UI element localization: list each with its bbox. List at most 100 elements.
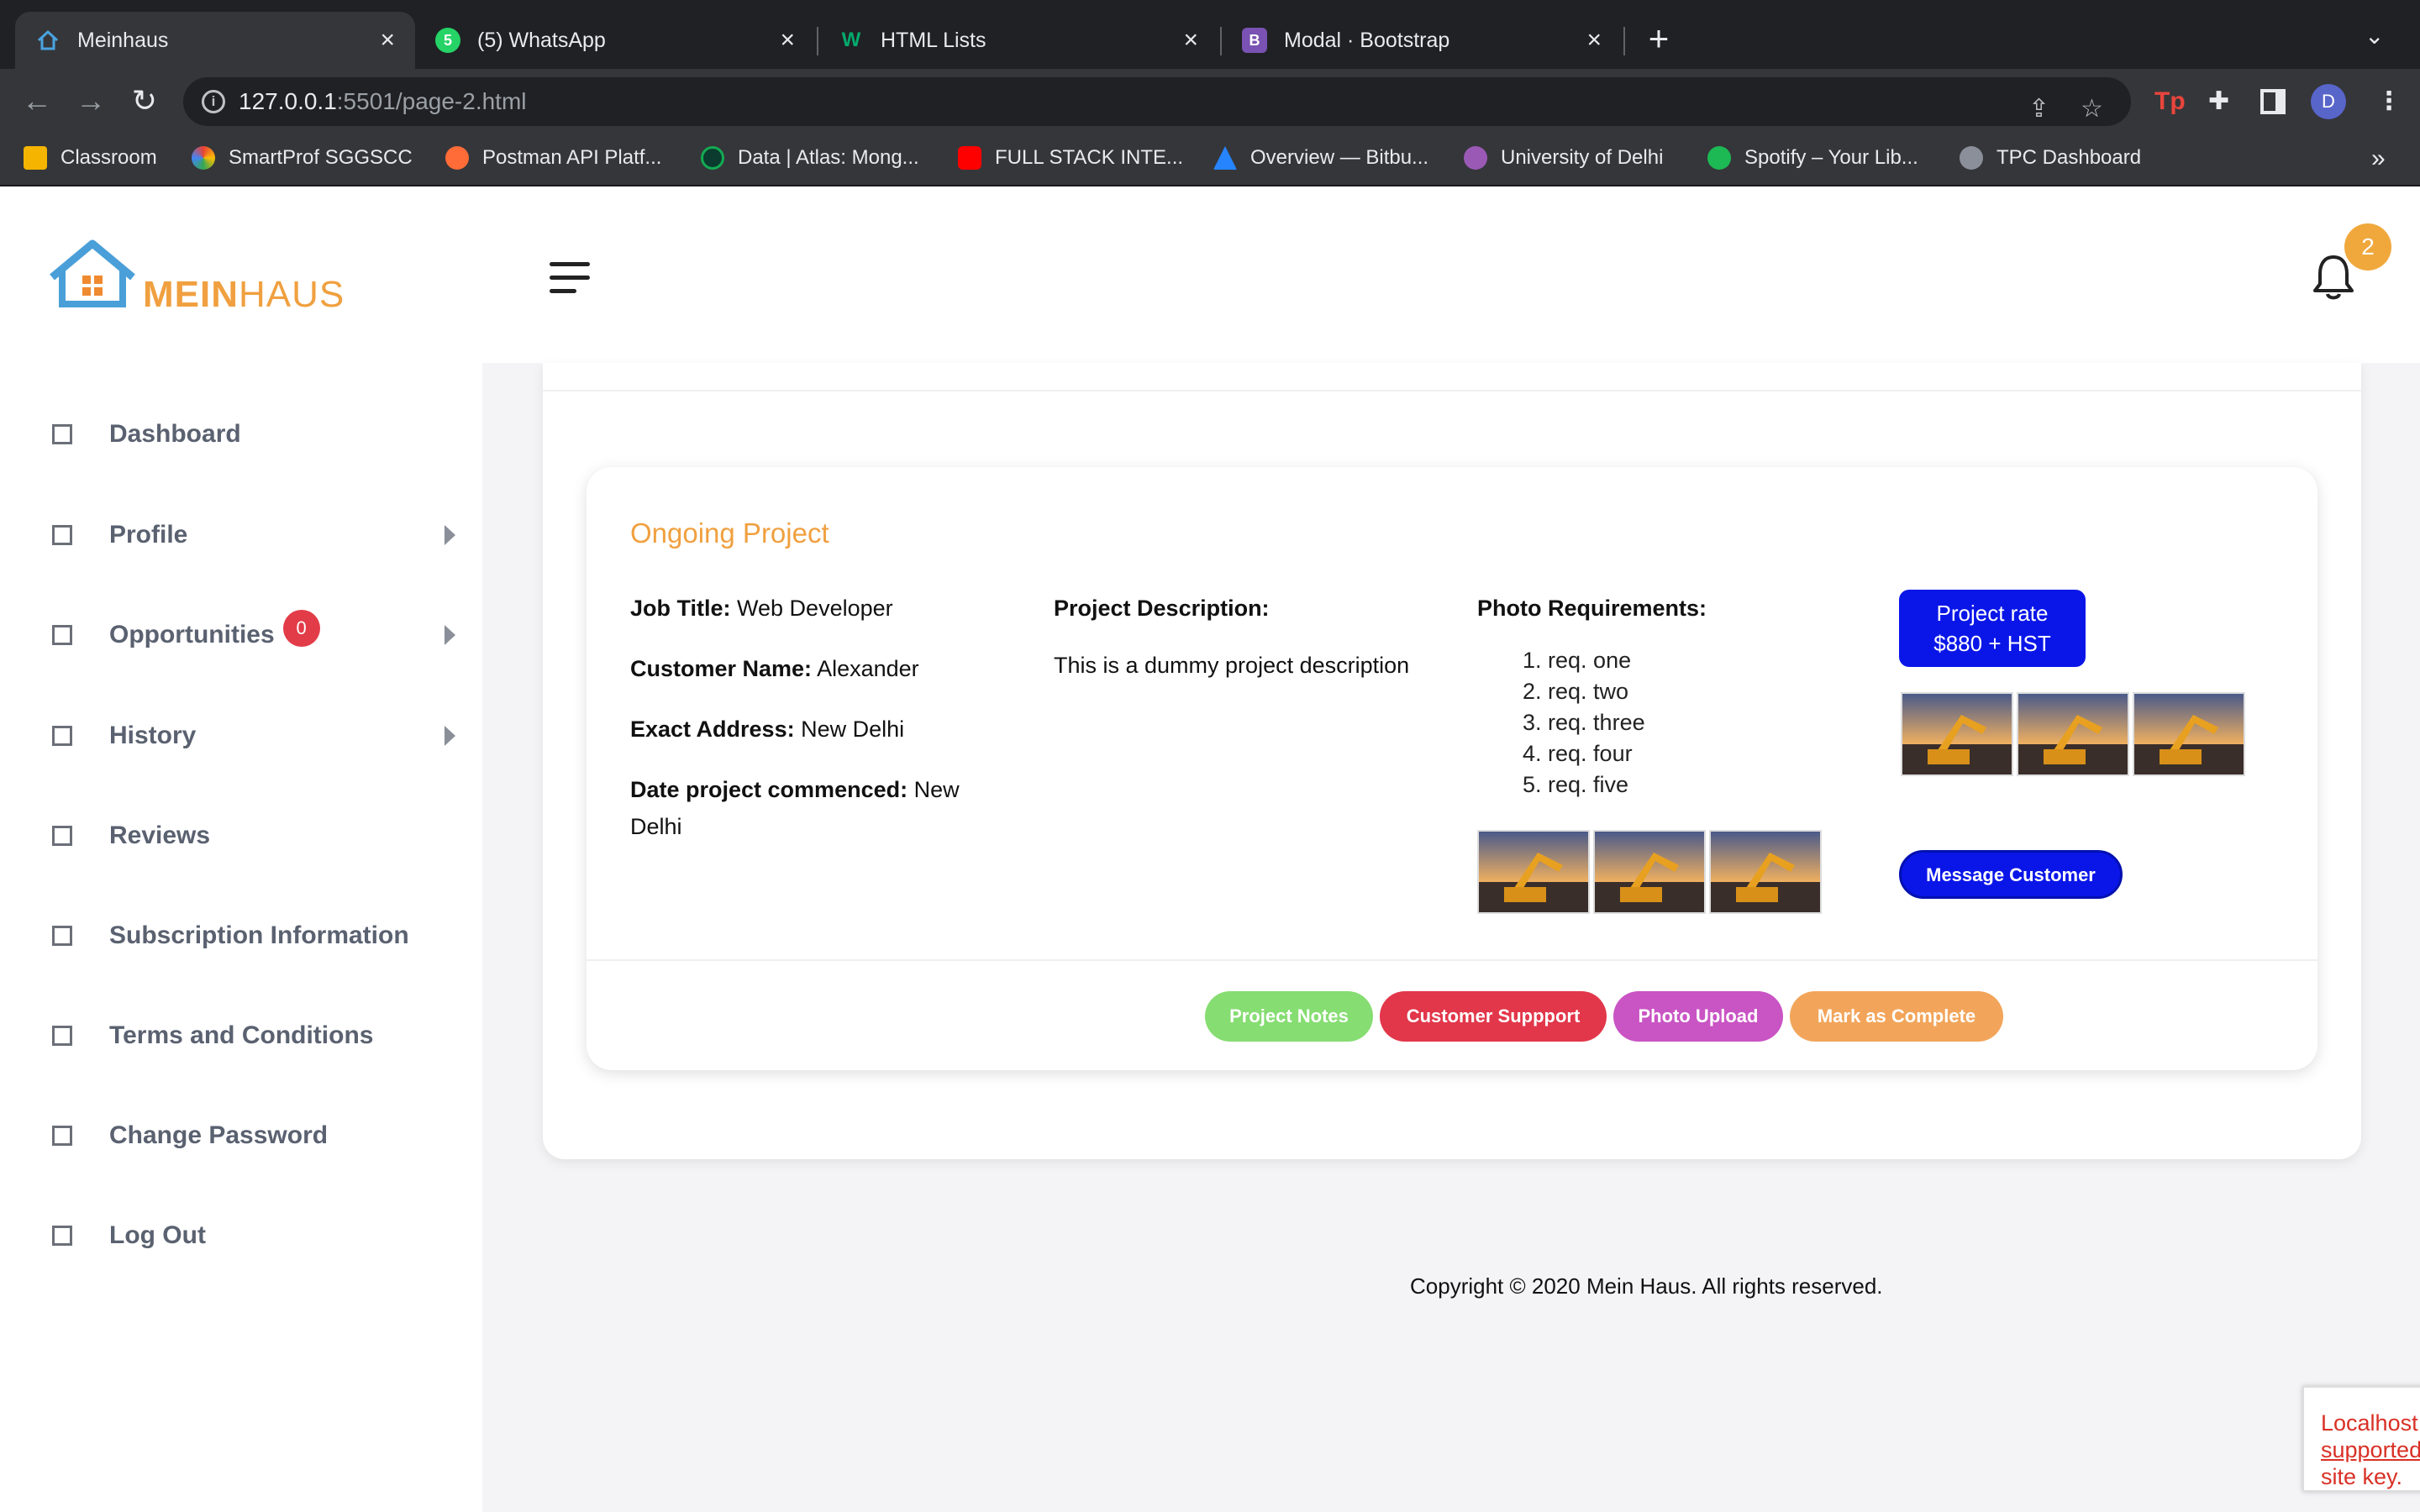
sidebar-item-label: Log Out [109, 1221, 206, 1249]
list-item: 4. req. four [1523, 741, 1633, 766]
divider [543, 390, 2361, 391]
footer-copyright: Copyright © 2020 Mein Haus. All rights r… [1410, 1273, 1883, 1299]
tab-title: HTML Lists [881, 28, 986, 52]
bookmark-item[interactable]: Postman API Platf... [445, 146, 661, 170]
sidebar-item-label: Change Password [109, 1121, 329, 1149]
recaptcha-error-widget: Localhost supported site key. [2302, 1386, 2420, 1492]
sidebar-item-change-password[interactable]: Change Password [52, 1115, 455, 1157]
bitbucket-icon [1213, 146, 1237, 170]
sidebar-item-history[interactable]: History [52, 715, 455, 757]
notification-badge: 2 [2344, 223, 2391, 270]
tab-bootstrap[interactable]: B Modal · Bootstrap × [1222, 12, 1622, 69]
customer-name-field: Customer Name: Alexander [630, 656, 919, 681]
sidebar-item-logout[interactable]: Log Out [52, 1215, 455, 1257]
bookmark-item[interactable]: Data | Atlas: Mong... [701, 146, 919, 170]
sidebar-item-label: Reviews [109, 822, 211, 849]
project-rate-button[interactable]: Project rate $880 + HST [1899, 590, 2086, 667]
sidebar-item-subscription[interactable]: Subscription Information [52, 915, 455, 957]
postman-icon [445, 146, 469, 170]
tab-title: (5) WhatsApp [477, 28, 606, 52]
project-photo-thumbnail[interactable] [1901, 692, 2013, 776]
opportunities-count-badge: 0 [282, 610, 320, 647]
sidebar-item-label: Dashboard [109, 420, 241, 448]
project-photo-thumbnail[interactable] [1477, 830, 1590, 914]
sidebar-item-label: Profile [109, 521, 188, 549]
star-icon[interactable]: ☆ [2081, 91, 2103, 128]
caret-right-icon [445, 625, 455, 645]
project-photo-thumbnail[interactable] [1709, 830, 1822, 914]
square-icon [52, 1026, 72, 1046]
card-title: Ongoing Project [630, 517, 829, 549]
close-icon[interactable]: × [380, 26, 395, 55]
bookmark-item[interactable]: FULL STACK INTE... [958, 146, 1183, 170]
university-icon [1464, 146, 1487, 170]
bookmark-item[interactable]: TPC Dashboard [1960, 146, 2141, 170]
list-item: 5. req. five [1523, 772, 1629, 797]
browser-toolbar: ← → ↻ i 127.0.0.1:5501/page-2.html ⇪ ☆ T… [0, 69, 2420, 134]
logo-wordmark[interactable]: MEINHAUS [143, 274, 345, 316]
bookmark-item[interactable]: Overview — Bitbu... [1213, 146, 1428, 170]
url-text: 127.0.0.1:5501/page-2.html [239, 88, 527, 114]
youtube-icon [958, 146, 981, 170]
square-icon [52, 826, 72, 846]
tab-separator [1623, 27, 1625, 55]
square-icon [52, 1126, 72, 1146]
puzzle-icon[interactable]: ✚ [2208, 86, 2229, 118]
forward-icon[interactable]: → [72, 82, 109, 119]
sidebar-item-dashboard[interactable]: Dashboard [52, 413, 455, 455]
sidebar-item-opportunities[interactable]: Opportunities 0 [52, 610, 455, 656]
house-logo-icon[interactable] [47, 239, 139, 314]
kebab-menu-icon[interactable]: ⋮ [2376, 86, 2402, 118]
sidebar-item-label: Subscription Information [109, 921, 409, 949]
info-icon[interactable]: i [202, 90, 225, 113]
sidepanel-icon[interactable] [2260, 89, 2286, 114]
date-commenced-field: Date project commenced: New Delhi [630, 777, 960, 839]
close-icon[interactable]: × [1183, 26, 1198, 55]
address-field: Exact Address: New Delhi [630, 717, 905, 742]
customer-support-button[interactable]: Customer Suppport [1380, 991, 1607, 1042]
photo-upload-button[interactable]: Photo Upload [1613, 991, 1783, 1042]
bookmark-item[interactable]: Classroom [24, 146, 157, 170]
bookmark-item[interactable]: University of Delhi [1464, 146, 1663, 170]
profile-avatar[interactable]: D [2311, 84, 2346, 119]
extension-tp-icon[interactable]: Tp [2154, 86, 2186, 118]
project-photo-thumbnail[interactable] [2133, 692, 2245, 776]
project-notes-button[interactable]: Project Notes [1205, 991, 1373, 1042]
tab-meinhaus[interactable]: Meinhaus × [15, 12, 415, 69]
tab-whatsapp[interactable]: 5 (5) WhatsApp × [415, 12, 815, 69]
close-icon[interactable]: × [1586, 26, 1602, 55]
chevron-down-icon[interactable]: ⌄ [2365, 22, 2384, 50]
sidebar-item-label: Opportunities [109, 621, 275, 648]
whatsapp-icon: 5 [435, 28, 460, 53]
mark-complete-button[interactable]: Mark as Complete [1790, 991, 2003, 1042]
bookmark-item[interactable]: SmartProf SGGSCC [192, 146, 413, 170]
tab-title: Meinhaus [77, 28, 169, 52]
square-icon [52, 726, 72, 746]
back-icon[interactable]: ← [18, 82, 55, 119]
spotify-icon [1707, 146, 1731, 170]
bookmark-item[interactable]: Spotify – Your Lib... [1707, 146, 1918, 170]
new-tab-icon[interactable]: + [1640, 20, 1677, 57]
sidebar-item-terms[interactable]: Terms and Conditions [52, 1015, 455, 1057]
sidebar-item-label: Terms and Conditions [109, 1021, 374, 1049]
address-bar[interactable]: i 127.0.0.1:5501/page-2.html ⇪ ☆ [183, 77, 2131, 126]
hamburger-menu-icon[interactable] [550, 262, 590, 296]
site-header: MEINHAUS 2 [0, 186, 2420, 363]
close-icon[interactable]: × [780, 26, 795, 55]
more-bookmarks-icon[interactable]: » [2371, 144, 2386, 173]
list-item: 2. req. two [1523, 679, 1629, 704]
project-photo-thumbnail[interactable] [2017, 692, 2129, 776]
caret-right-icon [445, 726, 455, 746]
tab-html-lists[interactable]: W HTML Lists × [818, 12, 1218, 69]
message-customer-button[interactable]: Message Customer [1899, 850, 2123, 899]
reload-icon[interactable]: ↻ [126, 82, 163, 119]
sidebar-item-reviews[interactable]: Reviews [52, 815, 455, 857]
description-label: Project Description: [1054, 596, 1270, 621]
list-item: 1. req. one [1523, 648, 1632, 673]
tab-title: Modal · Bootstrap [1284, 28, 1450, 52]
sidebar-item-profile[interactable]: Profile [52, 514, 455, 556]
sidebar-item-label: History [109, 722, 197, 749]
project-photo-thumbnail[interactable] [1593, 830, 1706, 914]
share-icon[interactable]: ⇪ [2028, 91, 2049, 128]
square-icon [52, 625, 72, 645]
